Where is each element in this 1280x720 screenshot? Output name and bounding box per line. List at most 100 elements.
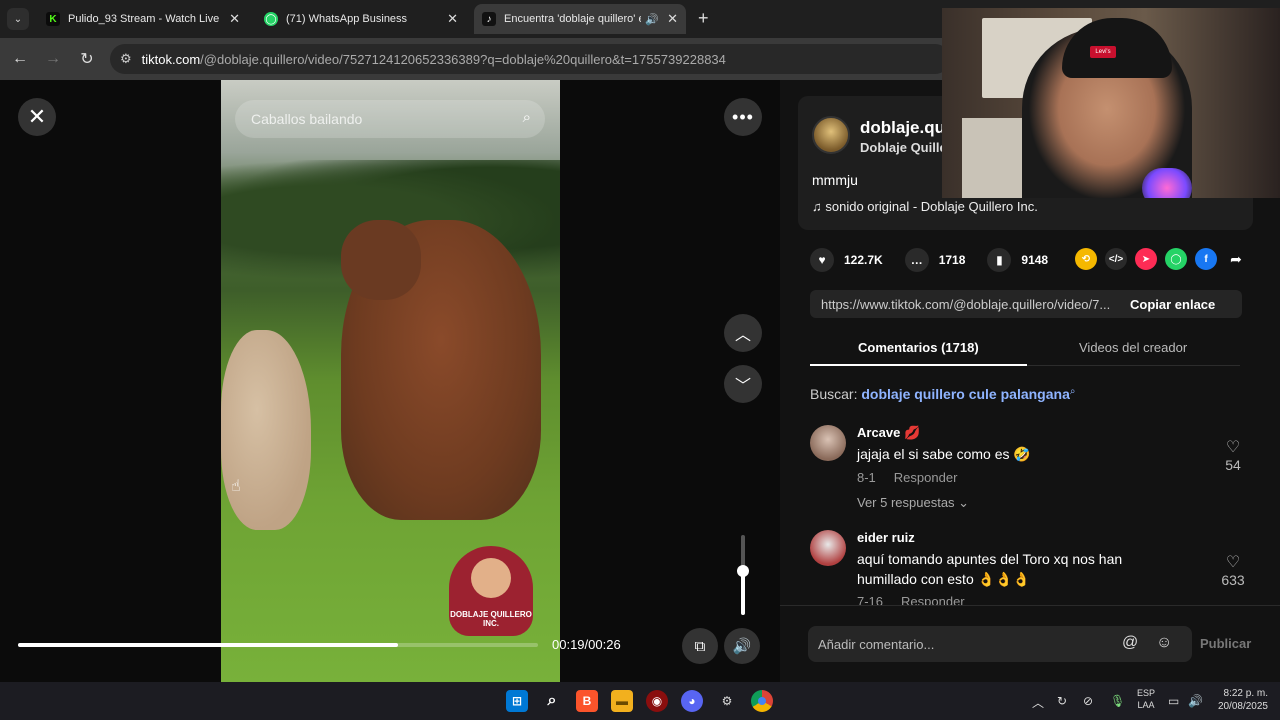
kick-icon: K (46, 12, 60, 26)
close-tab-icon[interactable]: ✕ (229, 11, 240, 27)
comment-input[interactable]: Añadir comentario... @ ☺ (808, 626, 1192, 662)
active-tab-indicator (810, 364, 1027, 366)
close-icon: ✕ (27, 104, 47, 129)
picture-in-picture-icon: ⧉ (694, 637, 706, 655)
display-icon[interactable]: ▭ (1168, 694, 1179, 708)
post-description: mmmju (812, 172, 858, 188)
more-options-button[interactable]: ••• (724, 98, 762, 136)
music-info[interactable]: ♫ sonido original - Doblaje Quillero Inc… (812, 199, 1038, 214)
tiktok-icon: ♪ (482, 12, 496, 26)
tab-kick[interactable]: K Pulido_93 Stream - Watch Live on Kick … (38, 4, 248, 34)
video-stage: ✕ Caballos bailando ⌕ DOBLAJE QUILLERO I… (0, 80, 780, 682)
volume-button[interactable]: 🔊 (724, 628, 760, 664)
sticker-face (471, 558, 511, 598)
calf-figure (221, 330, 311, 530)
app-icon[interactable]: ◉ (646, 690, 668, 712)
comment-action[interactable]: … 1718 (904, 248, 965, 272)
sync-icon[interactable]: ↻ (1057, 694, 1067, 708)
comment-like[interactable]: ♡ 54 (1218, 437, 1248, 473)
back-icon[interactable]: ← (9, 48, 31, 70)
volume-icon[interactable]: 🔊 (1188, 694, 1203, 708)
send-icon[interactable]: ➤ (1135, 248, 1157, 270)
share-link[interactable]: https://www.tiktok.com/@doblaje.quillero… (810, 297, 1126, 312)
microphone (1142, 168, 1192, 198)
share-row: ⟲ </> ➤ ◯ f ➦ (1075, 248, 1255, 270)
forward-icon[interactable]: → (42, 48, 64, 70)
settings-icon[interactable]: ⚙ (716, 690, 738, 712)
brave-icon[interactable]: B (576, 690, 598, 712)
search-icon: ⌕ (1069, 386, 1076, 397)
pip-button[interactable]: ⧉ (682, 628, 718, 664)
speaker-icon[interactable]: 🔊 (645, 13, 659, 26)
mouse-cursor: ☝ (231, 478, 241, 495)
language-indicator[interactable]: ESP LAA (1137, 687, 1155, 711)
facebook-icon[interactable]: f (1195, 248, 1217, 270)
repost-icon[interactable]: ⟲ (1075, 248, 1097, 270)
commenter-avatar[interactable] (810, 425, 846, 461)
system-clock[interactable]: 8:22 p. m. 20/08/2025 (1210, 687, 1268, 713)
volume-knob[interactable] (737, 565, 749, 577)
previous-video-button[interactable]: ︿ (724, 314, 762, 352)
bookmark-icon: ▮ (987, 248, 1012, 272)
comment-like[interactable]: ♡ 633 (1218, 552, 1248, 588)
music-note-icon: ♫ (812, 199, 826, 214)
speaker-icon: 🔊 (732, 638, 752, 655)
heart-outline-icon: ♡ (1225, 439, 1241, 456)
chevron-up-icon: ︿ (734, 327, 751, 344)
whatsapp-share-icon[interactable]: ◯ (1165, 248, 1187, 270)
video-player[interactable]: Caballos bailando ⌕ DOBLAJE QUILLERO INC… (221, 80, 560, 682)
next-video-button[interactable]: ﹀ (724, 365, 762, 403)
whatsapp-icon: ◯ (264, 12, 278, 26)
close-video-button[interactable]: ✕ (18, 98, 56, 136)
taskbar: ⊞ ⌕ B ▬ ◉ ◕ ⚙ ︿ ↻ ⊘ 🎙 ESP LAA ▭ 🔊 8:22 p.… (0, 682, 1280, 720)
tray-chevron-icon[interactable]: ︿ (1032, 694, 1044, 711)
reply-button[interactable]: Responder (894, 470, 958, 485)
tab-creator-videos[interactable]: Videos del creador (1079, 340, 1187, 355)
network-off-icon[interactable]: ⊘ (1083, 694, 1093, 708)
video-search-box[interactable]: Caballos bailando ⌕ (235, 100, 545, 138)
save-action[interactable]: ▮ 9148 (987, 248, 1048, 272)
embed-icon[interactable]: </> (1105, 248, 1127, 270)
new-tab-button[interactable]: + (698, 8, 709, 29)
comment-icon: … (904, 248, 929, 272)
heart-icon: ♥ (810, 248, 834, 272)
hat-logo: Levi's (1090, 46, 1116, 58)
microphone-icon[interactable]: 🎙 (1110, 694, 1125, 708)
engagement-row: ♥ 122.7K … 1718 ▮ 9148 (810, 248, 1070, 272)
view-replies-button[interactable]: Ver 5 respuestas ⌄ (857, 495, 969, 511)
creator-username[interactable]: doblaje.qu (860, 118, 945, 138)
creator-avatar[interactable] (812, 116, 850, 154)
copy-link-button[interactable]: Copiar enlace (1126, 297, 1215, 312)
tab-search-button[interactable]: ⌄ (7, 8, 29, 30)
site-info-icon[interactable]: ⚙ (120, 51, 132, 67)
volume-slider[interactable] (737, 535, 749, 615)
folder-icon[interactable]: ▬ (611, 690, 633, 712)
search-icon[interactable]: ⌕ (541, 690, 563, 712)
publish-button[interactable]: Publicar (1200, 636, 1251, 651)
mention-icon[interactable]: @ (1122, 634, 1138, 652)
comment-item: eider ruiz aquí tomando apuntes del Toro… (810, 530, 1250, 609)
video-progress-bar[interactable] (18, 643, 538, 647)
related-search: Buscar: doblaje quillero cule palangana⌕ (810, 386, 1076, 402)
tab-whatsapp[interactable]: ◯ (71) WhatsApp Business ✕ (256, 4, 466, 34)
tab-comments[interactable]: Comentarios (1718) (858, 340, 979, 355)
creator-nickname: Doblaje Quille (860, 140, 947, 155)
tab-tiktok[interactable]: ♪ Encuentra 'doblaje quillero' en TikTok… (474, 4, 686, 34)
windows-start-icon[interactable]: ⊞ (506, 690, 528, 712)
url-bar[interactable]: ⚙ tiktok.com/@doblaje.quillero/video/752… (110, 44, 950, 74)
discord-icon[interactable]: ◕ (681, 690, 703, 712)
close-tab-icon[interactable]: ✕ (667, 11, 678, 27)
more-icon: ••• (732, 106, 754, 127)
close-tab-icon[interactable]: ✕ (447, 11, 458, 27)
emoji-icon[interactable]: ☺ (1156, 634, 1172, 652)
search-icon[interactable]: ⌕ (523, 109, 531, 126)
like-action[interactable]: ♥ 122.7K (810, 248, 883, 272)
share-arrow-icon[interactable]: ➦ (1225, 248, 1247, 270)
webcam-overlay: Levi's (942, 8, 1280, 198)
chrome-icon[interactable] (751, 690, 773, 712)
commenter-avatar[interactable] (810, 530, 846, 566)
panel-tabs: Comentarios (1718) Videos del creador (810, 338, 1240, 366)
chevron-down-icon: ﹀ (734, 378, 751, 395)
related-search-keyword[interactable]: doblaje quillero cule palangana (861, 386, 1070, 402)
reload-icon[interactable]: ↻ (76, 48, 98, 70)
